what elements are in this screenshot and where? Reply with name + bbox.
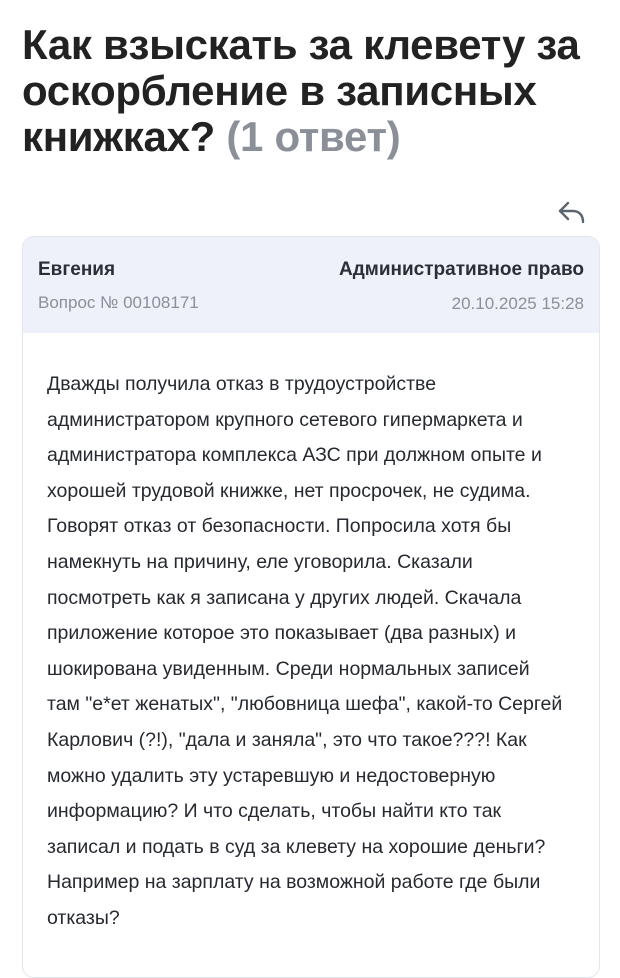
question-card: Евгения Административное право Вопрос № … — [22, 236, 600, 978]
page-title: Как взыскать за клевету за оскорбление в… — [22, 22, 602, 160]
share-icon[interactable] — [556, 196, 588, 228]
category-link[interactable]: Административное право — [339, 259, 584, 281]
question-text: Дважды получила отказ в трудоустройстве … — [47, 373, 563, 929]
question-date: 20.10.2025 15:28 — [451, 294, 584, 313]
answers-count[interactable]: (1 ответ) — [226, 113, 400, 160]
question-card-header: Евгения Административное право Вопрос № … — [23, 237, 599, 333]
question-number: Вопрос № 00108171 — [38, 293, 199, 312]
author-name: Евгения — [38, 259, 116, 280]
